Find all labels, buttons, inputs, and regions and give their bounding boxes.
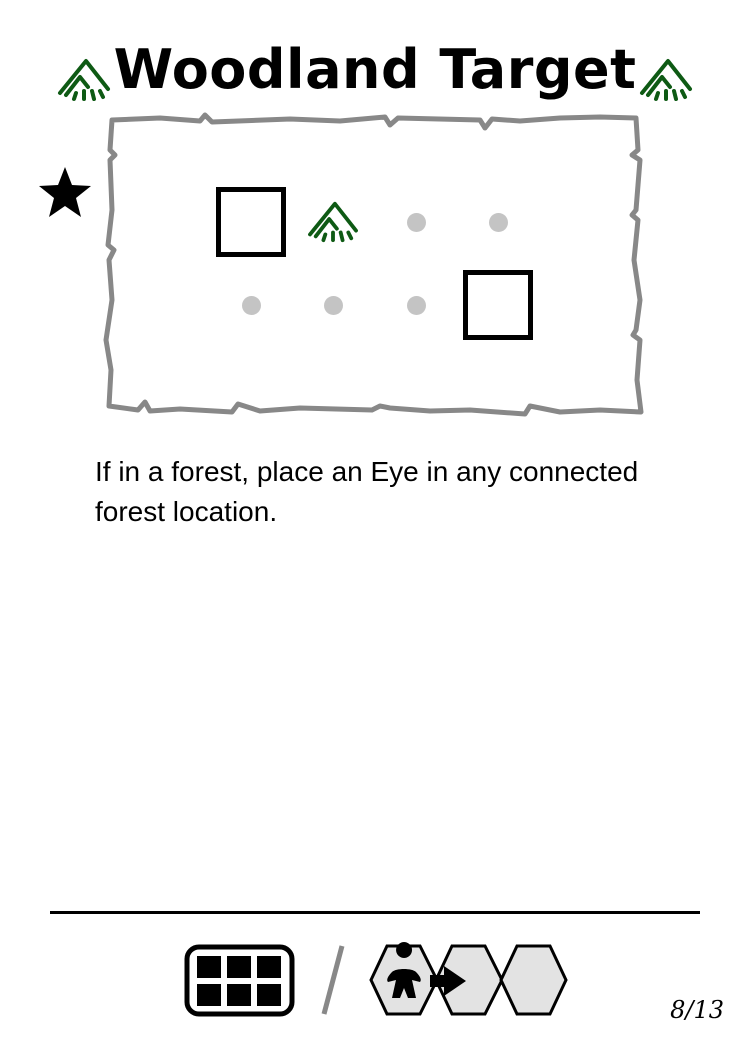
- ability-text: If in a forest, place an Eye in any conn…: [95, 456, 639, 527]
- dot-slot: [406, 295, 426, 315]
- dot-slot: [406, 212, 426, 232]
- square-slot: [216, 187, 286, 257]
- square-slot: [463, 270, 533, 340]
- star-icon: [39, 167, 91, 217]
- dot-slot: [323, 295, 343, 315]
- grid-icon: [184, 944, 295, 1017]
- divider-line: [50, 911, 700, 914]
- dot-slot: [241, 295, 261, 315]
- dot-slot: [488, 212, 508, 232]
- separator-slash: [321, 945, 345, 1015]
- page-number: 8/13: [670, 996, 724, 1024]
- board-frame: [103, 112, 644, 417]
- forest-icon: [308, 201, 358, 243]
- meeple-move-hex-icon: [369, 942, 568, 1016]
